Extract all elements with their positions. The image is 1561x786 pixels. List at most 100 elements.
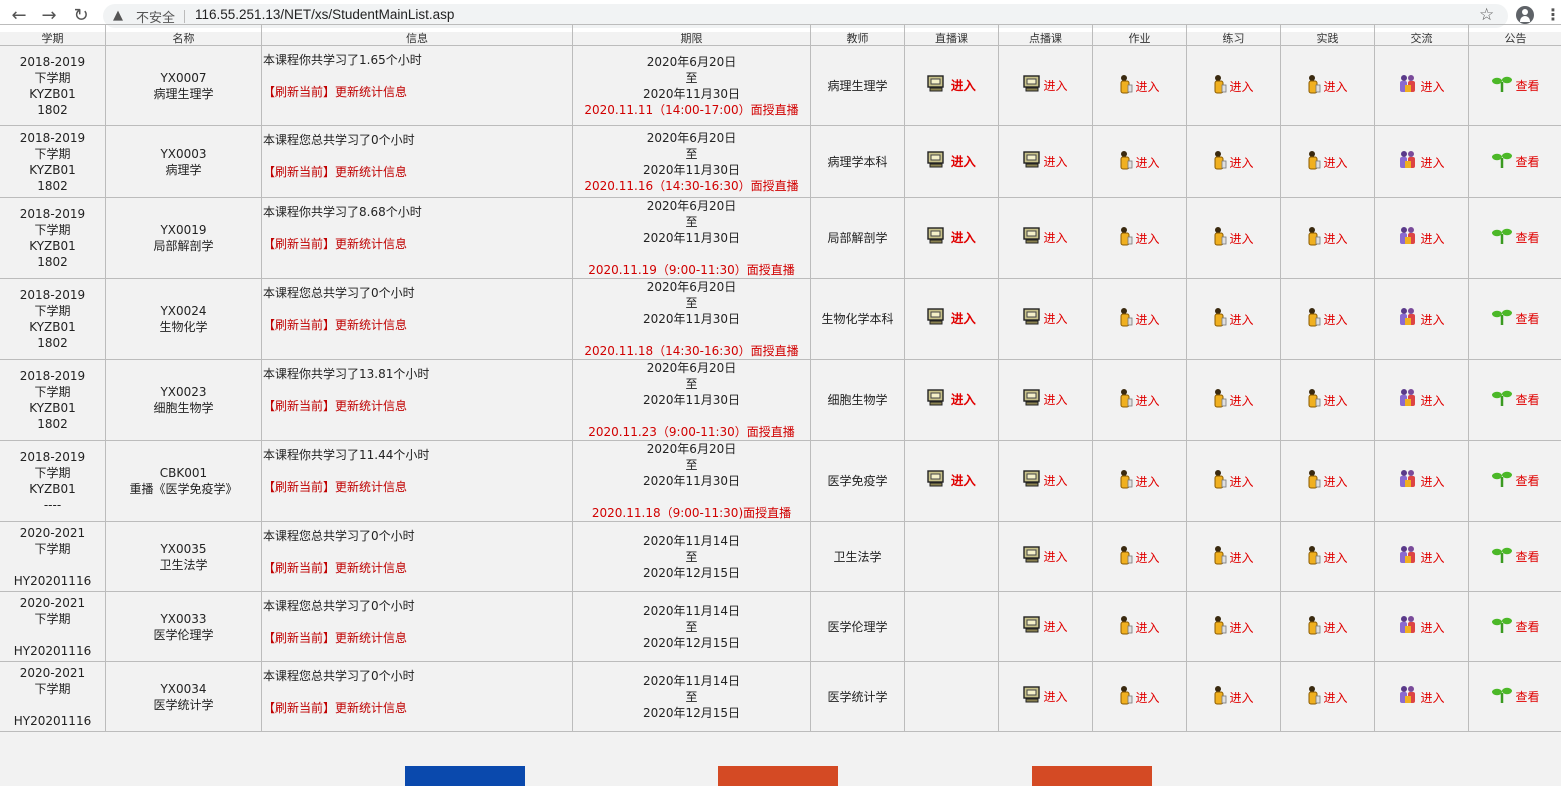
vod-cell[interactable]: 进入 [998,197,1093,279]
live-enter-link[interactable]: 进入 [951,473,976,488]
practice-cell[interactable]: 进入 [1186,197,1281,279]
live-schedule-link[interactable]: 2020.11.11（14:00-17:00）面授直播 [574,102,810,118]
live-enter-link[interactable]: 进入 [951,78,976,93]
practical-enter-link[interactable]: 进入 [1323,313,1347,327]
homework-enter-link[interactable]: 进入 [1135,80,1159,94]
pencil-person-icon[interactable] [1307,150,1321,174]
computer-icon[interactable] [1023,615,1041,638]
practical-enter-link[interactable]: 进入 [1323,475,1347,489]
pencil-person-icon[interactable] [1213,150,1227,174]
exchange-enter-link[interactable]: 进入 [1420,313,1444,327]
live-enter-link[interactable]: 进入 [951,154,976,169]
vod-cell[interactable]: 进入 [998,45,1093,126]
pencil-person-icon[interactable] [1119,226,1133,250]
sprout-icon[interactable] [1491,389,1513,411]
homework-cell[interactable]: 进入 [1092,197,1187,279]
computer-icon[interactable] [1023,685,1041,708]
pencil-person-icon[interactable] [1307,307,1321,331]
notice-cell[interactable]: 查看 [1468,359,1561,441]
notice-cell[interactable]: 查看 [1468,591,1561,662]
exchange-enter-link[interactable]: 进入 [1420,621,1444,635]
notice-view-link[interactable]: 查看 [1515,620,1539,634]
vod-enter-link[interactable]: 进入 [1043,474,1067,488]
exchange-cell[interactable]: 进入 [1374,278,1469,360]
url-text[interactable]: 116.55.251.13/NET/xs/StudentMainList.asp [195,7,454,22]
notice-cell[interactable]: 查看 [1468,125,1561,198]
practical-cell[interactable]: 进入 [1280,359,1375,441]
pencil-person-icon[interactable] [1307,685,1321,709]
practice-enter-link[interactable]: 进入 [1229,475,1253,489]
practice-enter-link[interactable]: 进入 [1229,313,1253,327]
pencil-person-icon[interactable] [1307,226,1321,250]
pencil-person-icon[interactable] [1307,545,1321,569]
practical-cell[interactable]: 进入 [1280,661,1375,732]
vod-enter-link[interactable]: 进入 [1043,393,1067,407]
live-schedule-link[interactable]: 2020.11.23（9:00-11:30）面授直播 [574,424,810,440]
sprout-icon[interactable] [1491,546,1513,568]
practice-enter-link[interactable]: 进入 [1229,621,1253,635]
homework-enter-link[interactable]: 进入 [1135,551,1159,565]
homework-cell[interactable]: 进入 [1092,278,1187,360]
notice-view-link[interactable]: 查看 [1515,474,1539,488]
notice-view-link[interactable]: 查看 [1515,690,1539,704]
refresh-link[interactable]: 【刷新当前】更新统计信息 [263,560,407,576]
exchange-enter-link[interactable]: 进入 [1420,80,1444,94]
practical-enter-link[interactable]: 进入 [1323,156,1347,170]
homework-cell[interactable]: 进入 [1092,440,1187,522]
computer-icon[interactable] [927,389,945,411]
people-group-icon[interactable] [1398,307,1418,331]
refresh-link[interactable]: 【刷新当前】更新统计信息 [263,236,407,252]
practical-cell[interactable]: 进入 [1280,440,1375,522]
computer-icon[interactable] [1023,227,1041,249]
menu-kebab-icon[interactable]: ⋮ [1545,5,1561,24]
practice-enter-link[interactable]: 进入 [1229,394,1253,408]
practice-cell[interactable]: 进入 [1186,661,1281,732]
notice-view-link[interactable]: 查看 [1515,312,1539,326]
sprout-icon[interactable] [1491,151,1513,173]
people-group-icon[interactable] [1398,388,1418,412]
live-enter-link[interactable]: 进入 [951,392,976,407]
homework-enter-link[interactable]: 进入 [1135,475,1159,489]
practical-cell[interactable]: 进入 [1280,591,1375,662]
live-schedule-link[interactable]: 2020.11.18（14:30-16:30）面授直播 [574,343,810,359]
sprout-icon[interactable] [1491,75,1513,97]
vod-cell[interactable]: 进入 [998,359,1093,441]
vod-enter-link[interactable]: 进入 [1043,690,1067,704]
homework-enter-link[interactable]: 进入 [1135,394,1159,408]
live-class-cell[interactable]: 进入 [904,440,999,522]
notice-cell[interactable]: 查看 [1468,521,1561,592]
notice-view-link[interactable]: 查看 [1515,155,1539,169]
pencil-person-icon[interactable] [1119,307,1133,331]
pencil-person-icon[interactable] [1213,469,1227,493]
notice-view-link[interactable]: 查看 [1515,393,1539,407]
live-schedule-link[interactable]: 2020.11.18（9:00-11:30)面授直播 [574,505,810,521]
exchange-enter-link[interactable]: 进入 [1420,691,1444,705]
orange-button-1[interactable] [718,766,838,786]
exchange-cell[interactable]: 进入 [1374,359,1469,441]
vod-cell[interactable]: 进入 [998,661,1093,732]
vod-cell[interactable]: 进入 [998,125,1093,198]
pencil-person-icon[interactable] [1119,74,1133,98]
exchange-enter-link[interactable]: 进入 [1420,475,1444,489]
pencil-person-icon[interactable] [1213,615,1227,639]
homework-cell[interactable]: 进入 [1092,591,1187,662]
practice-cell[interactable]: 进入 [1186,45,1281,126]
practice-enter-link[interactable]: 进入 [1229,232,1253,246]
exchange-cell[interactable]: 进入 [1374,440,1469,522]
practical-cell[interactable]: 进入 [1280,125,1375,198]
vod-cell[interactable]: 进入 [998,591,1093,662]
vod-cell[interactable]: 进入 [998,440,1093,522]
computer-icon[interactable] [1023,308,1041,330]
computer-icon[interactable] [927,74,945,97]
live-class-cell[interactable]: 进入 [904,278,999,360]
notice-cell[interactable]: 查看 [1468,278,1561,360]
practical-enter-link[interactable]: 进入 [1323,621,1347,635]
practice-cell[interactable]: 进入 [1186,359,1281,441]
computer-icon[interactable] [1023,74,1041,97]
homework-cell[interactable]: 进入 [1092,359,1187,441]
practical-cell[interactable]: 进入 [1280,45,1375,126]
sprout-icon[interactable] [1491,470,1513,492]
practical-enter-link[interactable]: 进入 [1323,80,1347,94]
vod-enter-link[interactable]: 进入 [1043,79,1067,93]
notice-view-link[interactable]: 查看 [1515,550,1539,564]
